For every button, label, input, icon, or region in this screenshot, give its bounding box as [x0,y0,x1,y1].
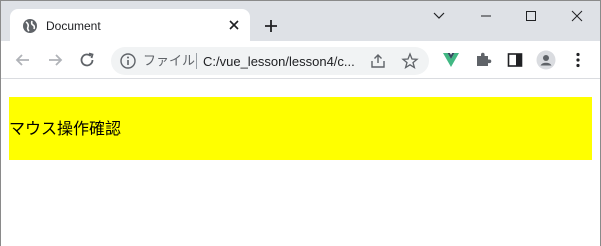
tab-document[interactable]: Document [10,9,250,41]
mouse-test-box[interactable]: マウス操作確認 [9,97,592,160]
close-icon[interactable] [226,17,242,33]
kebab-menu-icon[interactable] [568,50,588,70]
share-icon[interactable] [369,52,387,70]
mouse-test-label: マウス操作確認 [9,119,122,138]
globe-icon [23,19,37,33]
tab-strip: Document [1,1,600,41]
back-arrow-icon[interactable] [13,50,33,70]
browser-window: Document ファイル C:/vue_lesson/lesson4/c...… [0,0,601,246]
tab-title: Document [46,19,101,33]
toolbar: ファイル C:/vue_lesson/lesson4/c... [1,41,600,79]
vue-devtools-icon[interactable] [441,50,461,70]
side-panel-icon[interactable] [505,50,525,70]
minimize-icon[interactable] [476,7,496,25]
url-scheme-label: ファイル [143,54,196,69]
new-tab-icon[interactable] [263,18,279,34]
chevron-down-icon[interactable] [429,7,449,25]
close-icon[interactable] [567,7,587,25]
puzzle-icon[interactable] [473,50,493,70]
reload-icon[interactable] [77,50,97,70]
star-icon[interactable] [401,52,419,70]
url-text[interactable]: C:/vue_lesson/lesson4/c... [203,54,355,69]
info-icon[interactable] [119,52,137,70]
omnibox-divider [196,53,197,69]
page-content: マウス操作確認 [1,80,600,246]
address-bar[interactable]: ファイル C:/vue_lesson/lesson4/c... [111,47,429,75]
maximize-icon[interactable] [521,7,541,25]
forward-arrow-icon[interactable] [45,50,65,70]
profile-icon[interactable] [536,50,556,70]
